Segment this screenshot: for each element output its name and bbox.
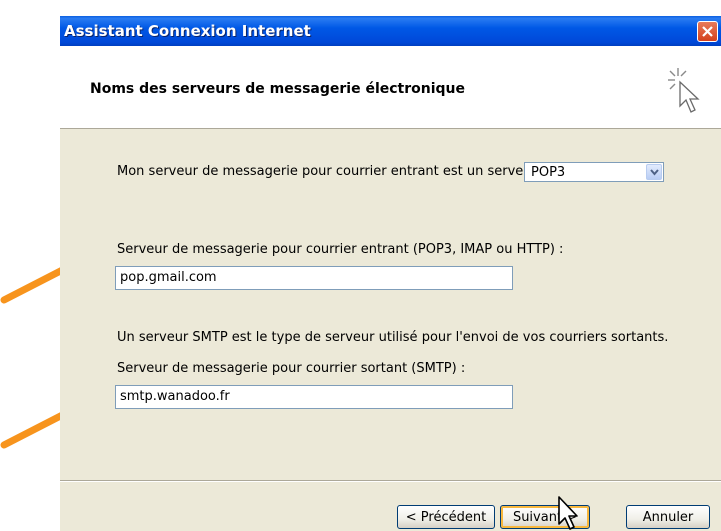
cancel-button[interactable]: Annuler [626,505,710,529]
close-icon [702,26,713,37]
close-button[interactable] [697,21,718,42]
wizard-header: Noms des serveurs de messagerie électron… [60,46,721,129]
back-button[interactable]: < Précédent [397,505,495,529]
footer-divider-highlight [60,481,721,482]
page-title: Noms des serveurs de messagerie électron… [90,81,466,97]
dropdown-button[interactable] [646,164,662,180]
incoming-type-label: Mon serveur de messagerie pour courrier … [117,164,537,179]
wizard-window: Assistant Connexion Internet Noms des se… [60,16,721,531]
outgoing-server-input[interactable]: smtp.wanadoo.fr [115,385,513,409]
wizard-cursor-icon [668,68,700,113]
title-bar[interactable]: Assistant Connexion Internet [60,16,721,46]
window-title: Assistant Connexion Internet [64,22,311,40]
outgoing-server-label: Serveur de messagerie pour courrier sort… [117,361,466,376]
server-type-value: POP3 [531,165,566,180]
incoming-server-label: Serveur de messagerie pour courrier entr… [117,242,564,257]
mouse-pointer-icon [558,496,578,530]
server-type-select[interactable]: POP3 [524,162,664,182]
incoming-server-input[interactable]: pop.gmail.com [115,266,513,290]
chevron-down-icon [650,169,659,176]
smtp-info-text: Un serveur SMTP est le type de serveur u… [117,330,669,345]
